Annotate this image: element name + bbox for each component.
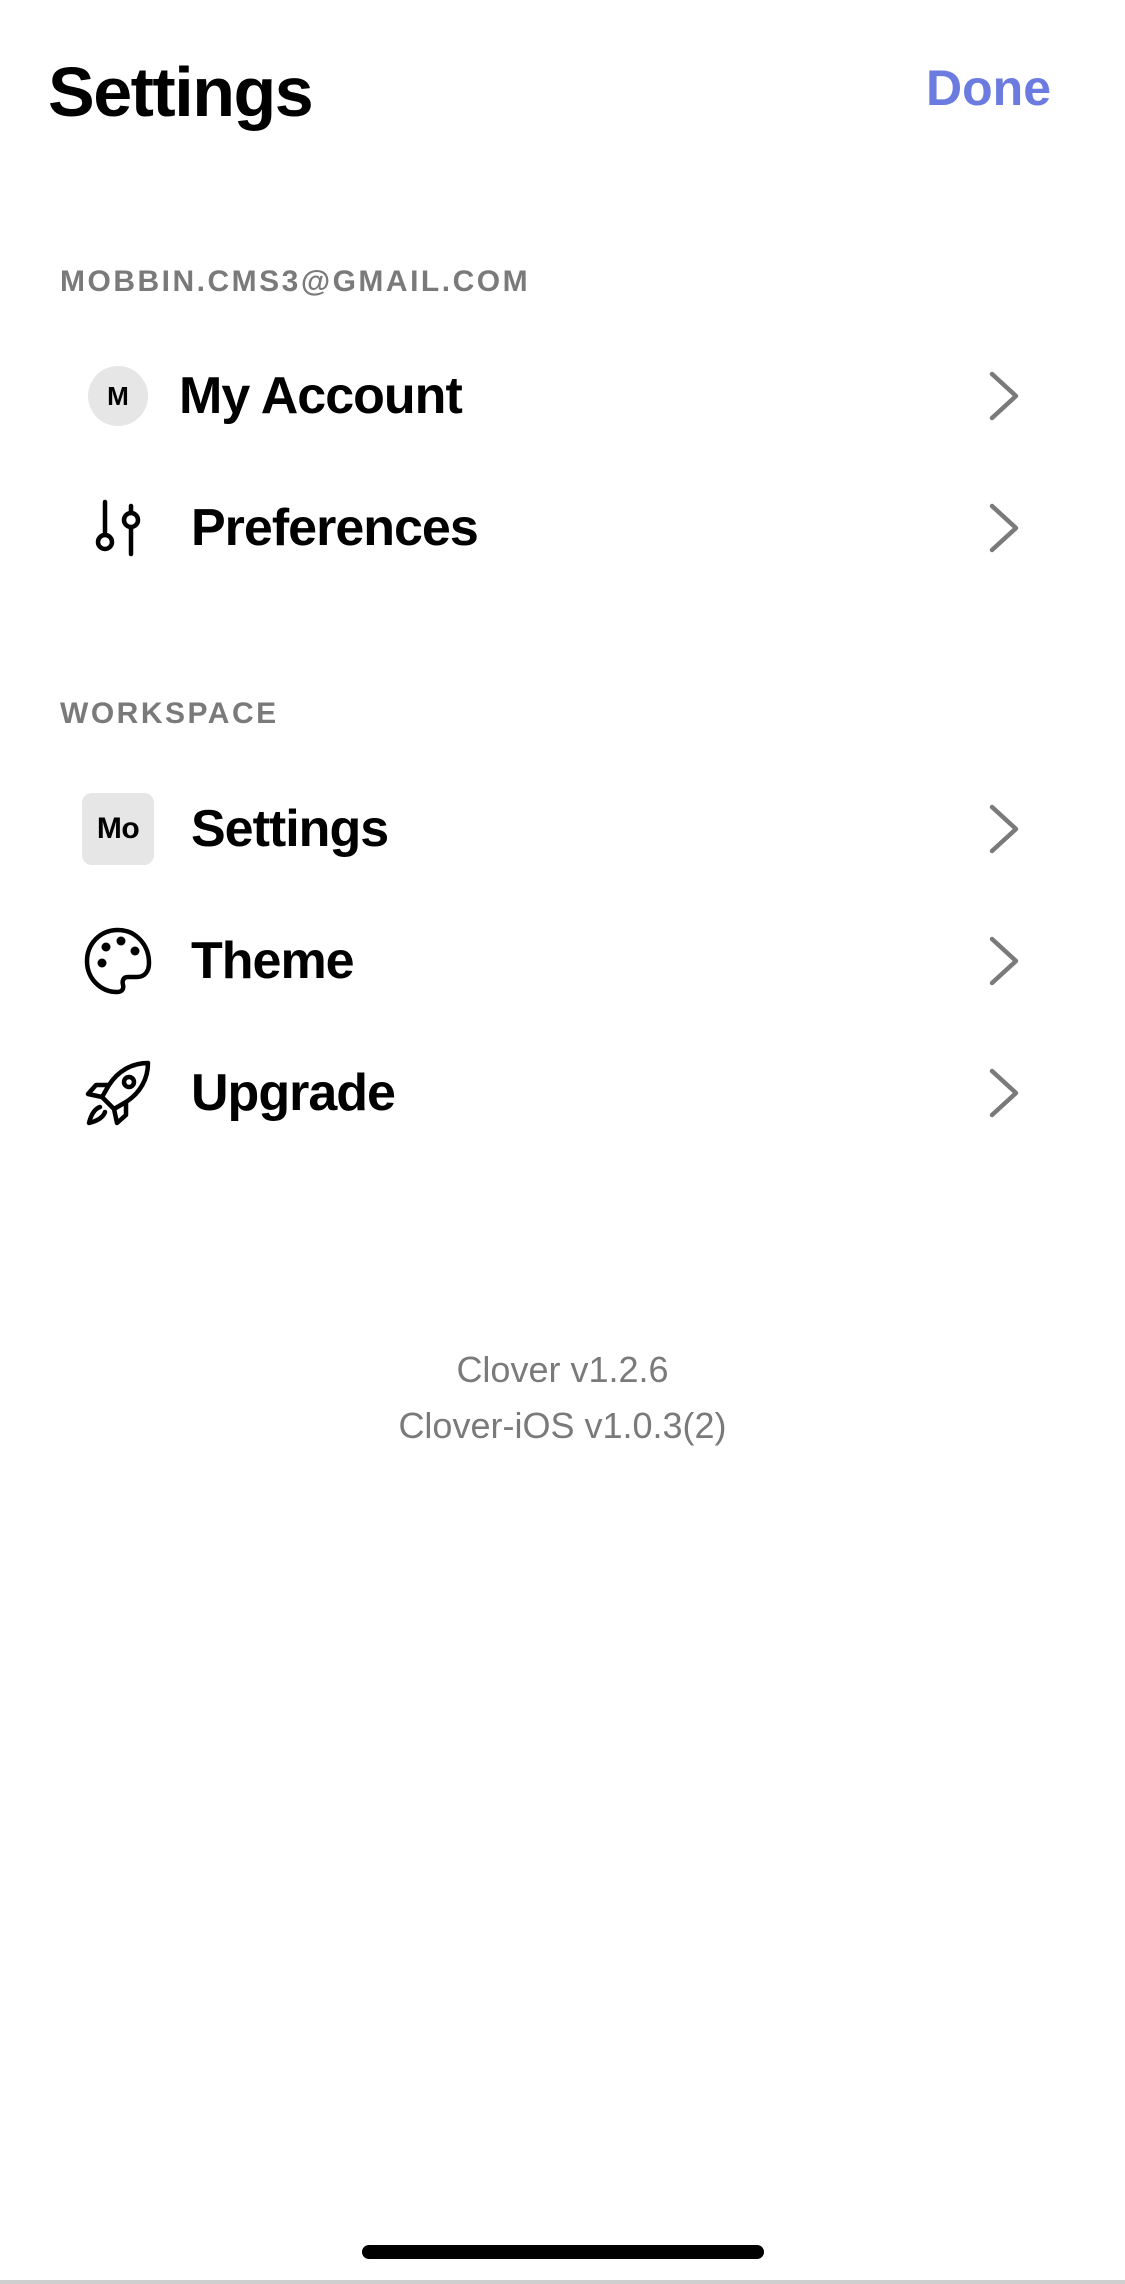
ios-version: Clover-iOS v1.0.3(2) xyxy=(398,1405,727,1446)
bottom-edge xyxy=(0,2280,1125,2284)
workspace-badge: Mo xyxy=(82,793,154,865)
upgrade-row[interactable]: Upgrade xyxy=(0,1027,1125,1159)
preferences-row[interactable]: Preferences xyxy=(0,462,1125,594)
chevron-right-icon xyxy=(989,503,1019,553)
theme-label: Theme xyxy=(191,932,355,990)
chevron-right-icon xyxy=(989,936,1019,986)
my-account-row[interactable]: M My Account xyxy=(0,330,1125,462)
my-account-label: My Account xyxy=(179,367,463,425)
workspace-settings-row[interactable]: Mo Settings xyxy=(0,763,1125,895)
preferences-label: Preferences xyxy=(191,499,479,557)
theme-row[interactable]: Theme xyxy=(0,895,1125,1027)
chevron-right-icon xyxy=(989,804,1019,854)
home-indicator[interactable] xyxy=(362,2245,764,2259)
page-title: Settings xyxy=(48,53,314,131)
done-button[interactable]: Done xyxy=(926,56,1051,120)
app-version: Clover v1.2.6 xyxy=(456,1349,669,1390)
palette-icon xyxy=(82,925,154,997)
avatar-icon: M xyxy=(82,360,154,432)
avatar: M xyxy=(88,366,148,426)
upgrade-label: Upgrade xyxy=(191,1064,396,1122)
account-email-header: MOBBIN.CMS3@GMAIL.COM xyxy=(60,265,531,298)
chevron-right-icon xyxy=(989,371,1019,421)
chevron-right-icon xyxy=(989,1068,1019,1118)
header: Settings Done xyxy=(0,0,1125,180)
sliders-icon xyxy=(82,492,154,564)
rocket-icon xyxy=(82,1057,154,1129)
workspace-badge-icon: Mo xyxy=(82,793,154,865)
workspace-settings-label: Settings xyxy=(191,800,389,858)
workspace-section-header: WORKSPACE xyxy=(60,697,279,730)
